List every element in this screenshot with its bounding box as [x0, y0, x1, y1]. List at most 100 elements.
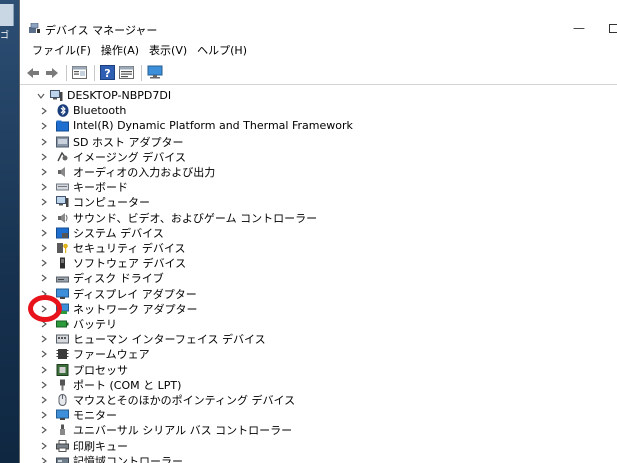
- desktop-shortcut-icon[interactable]: [0, 4, 14, 26]
- toolbar-separator: [94, 64, 95, 81]
- tree-root-computer[interactable]: DESKTOP-NBPD7DI: [36, 88, 171, 103]
- tree-item-label: 印刷キュー: [73, 439, 128, 453]
- tree-item[interactable]: ヒューマン インターフェイス デバイス: [39, 331, 266, 346]
- menu-file[interactable]: ファイル(F): [27, 42, 96, 58]
- collapse-chevron-icon[interactable]: [36, 91, 46, 101]
- expand-chevron-icon[interactable]: [39, 334, 49, 344]
- tree-item[interactable]: コンピューター: [39, 194, 150, 209]
- tree-item-label: キーボード: [73, 180, 128, 194]
- tree-item[interactable]: キーボード: [39, 179, 128, 194]
- svg-text:?: ?: [104, 67, 110, 80]
- device-manager-app-icon: [29, 22, 40, 34]
- tree-item-label: システム デバイス: [73, 226, 164, 240]
- menu-help[interactable]: ヘルプ(H): [192, 42, 252, 58]
- expand-chevron-icon[interactable]: [39, 395, 49, 405]
- help-icon[interactable]: ?: [99, 64, 116, 81]
- expand-chevron-icon[interactable]: [39, 197, 49, 207]
- tree-item[interactable]: 記憶域コントローラー: [39, 453, 183, 463]
- back-icon[interactable]: [24, 64, 41, 81]
- menu-view[interactable]: 表示(V): [144, 42, 192, 58]
- maximize-button[interactable]: [609, 24, 617, 33]
- tree-item[interactable]: ネットワーク アダプター: [39, 301, 198, 316]
- device-tree: DESKTOP-NBPD7DI Bluetooth Intel(R) Dynamic…: [20, 88, 617, 463]
- expand-chevron-icon[interactable]: [39, 380, 49, 390]
- tree-item[interactable]: システム デバイス: [39, 225, 164, 240]
- tree-item[interactable]: プロセッサ: [39, 362, 128, 377]
- expand-chevron-icon[interactable]: [39, 152, 49, 162]
- expand-chevron-icon[interactable]: [39, 243, 49, 253]
- tree-item-label: SD ホスト アダプター: [73, 135, 184, 149]
- tree-item[interactable]: Intel(R) Dynamic Platform and Thermal Fr…: [39, 118, 353, 133]
- expand-chevron-icon[interactable]: [39, 121, 49, 131]
- tree-item[interactable]: オーディオの入力および出力: [39, 164, 215, 179]
- window-title: デバイス マネージャー: [45, 24, 158, 37]
- expand-chevron-icon[interactable]: [39, 106, 49, 116]
- processor-icon: [56, 363, 69, 376]
- expand-chevron-icon[interactable]: [39, 258, 49, 268]
- tree-item-label: オーディオの入力および出力: [73, 165, 216, 179]
- desktop-background: ゴ: [0, 0, 19, 463]
- keyboard-icon: [56, 180, 69, 193]
- tree-item-label: セキュリティ デバイス: [73, 241, 186, 255]
- tree-item[interactable]: ソフトウェア デバイス: [39, 255, 186, 270]
- expand-chevron-icon[interactable]: [39, 213, 49, 223]
- tree-item[interactable]: ポート (COM と LPT): [39, 377, 181, 392]
- tree-item-label: 記憶域コントローラー: [73, 454, 183, 463]
- tree-item-label: モニター: [73, 408, 117, 422]
- expand-chevron-icon[interactable]: [39, 228, 49, 238]
- device-manager-window: デバイス マネージャー — ファイル(F) 操作(A) 表示(V) ヘルプ(H)…: [19, 0, 617, 463]
- monitor-icon[interactable]: [146, 64, 163, 81]
- tree-item-label: バッテリ: [73, 317, 117, 331]
- tree-item[interactable]: モニター: [39, 407, 117, 422]
- view-icon[interactable]: [118, 64, 135, 81]
- expand-chevron-icon[interactable]: [39, 349, 49, 359]
- tree-item[interactable]: ディスプレイ アダプター: [39, 286, 197, 301]
- tree-root-label: DESKTOP-NBPD7DI: [67, 89, 172, 102]
- expand-chevron-icon[interactable]: [39, 425, 49, 435]
- expand-chevron-icon[interactable]: [39, 273, 49, 283]
- tree-item[interactable]: SD ホスト アダプター: [39, 134, 183, 149]
- tree-item-label: ポート (COM と LPT): [73, 378, 182, 392]
- tree-item[interactable]: イメージング デバイス: [39, 149, 186, 164]
- tree-item-label: イメージング デバイス: [73, 150, 186, 164]
- tree-item[interactable]: 印刷キュー: [39, 438, 128, 453]
- display-adapter-icon: [56, 287, 69, 300]
- expand-chevron-icon[interactable]: [39, 182, 49, 192]
- mouse-icon: [56, 393, 69, 406]
- folder-icon: [56, 119, 69, 132]
- toolbar: ?: [20, 61, 617, 85]
- tree-item[interactable]: サウンド、ビデオ、およびゲーム コントローラー: [39, 210, 317, 225]
- expand-chevron-icon[interactable]: [39, 410, 49, 420]
- red-annotation-circle: [28, 295, 62, 322]
- tree-item[interactable]: ファームウェア: [39, 346, 150, 361]
- menu-action[interactable]: 操作(A): [96, 42, 144, 58]
- properties-icon[interactable]: [71, 64, 88, 81]
- title-bar[interactable]: デバイス マネージャー —: [20, 0, 617, 40]
- camera-icon: [56, 150, 69, 163]
- expand-chevron-icon[interactable]: [39, 456, 49, 463]
- tree-item-label: ソフトウェア デバイス: [73, 256, 187, 270]
- tree-item-label: ディスプレイ アダプター: [73, 287, 197, 301]
- expand-chevron-icon[interactable]: [39, 441, 49, 451]
- expand-chevron-icon[interactable]: [39, 365, 49, 375]
- minimize-button[interactable]: —: [571, 20, 587, 36]
- tree-item[interactable]: ディスク ドライブ: [39, 270, 164, 285]
- expand-chevron-icon[interactable]: [39, 167, 49, 177]
- sound-icon: [56, 211, 69, 224]
- tree-item-label: Intel(R) Dynamic Platform and Thermal Fr…: [73, 119, 353, 132]
- tree-item-label: ヒューマン インターフェイス デバイス: [73, 332, 266, 346]
- battery-icon: [56, 317, 69, 330]
- tree-item[interactable]: セキュリティ デバイス: [39, 240, 186, 255]
- tree-item[interactable]: マウスとそのほかのポインティング デバイス: [39, 392, 295, 407]
- tree-item[interactable]: Bluetooth: [39, 103, 126, 118]
- tree-item-label: サウンド、ビデオ、およびゲーム コントローラー: [73, 211, 318, 225]
- speaker-icon: [56, 165, 69, 178]
- hid-icon: [56, 332, 69, 345]
- expand-chevron-icon[interactable]: [39, 137, 49, 147]
- tree-item-label: Bluetooth: [73, 104, 127, 117]
- disk-drive-icon: [56, 271, 69, 284]
- tree-item-label: ユニバーサル シリアル バス コントローラー: [73, 423, 293, 437]
- tree-item[interactable]: ユニバーサル シリアル バス コントローラー: [39, 422, 292, 437]
- printer-icon: [56, 439, 69, 452]
- forward-icon[interactable]: [43, 64, 60, 81]
